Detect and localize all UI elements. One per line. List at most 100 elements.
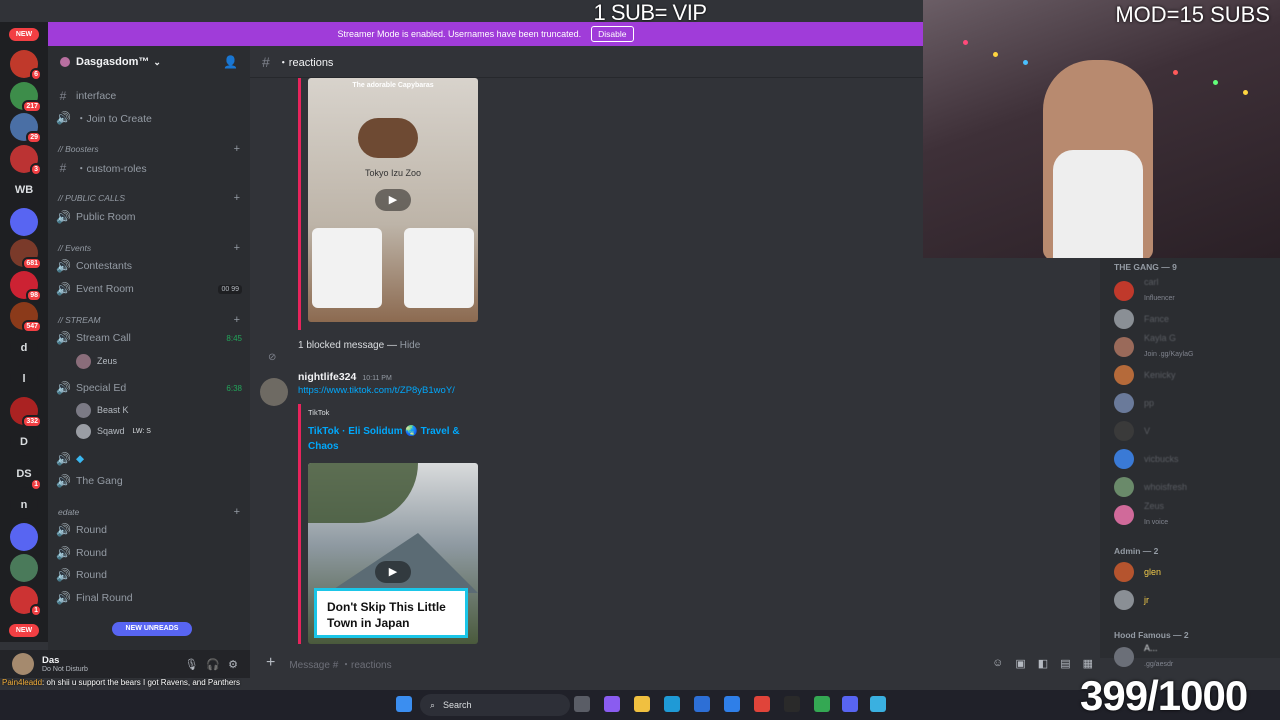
add-attachment-icon[interactable]: +	[266, 654, 275, 672]
channel-label: Round	[76, 569, 107, 581]
create-channel-plus-icon[interactable]: +	[234, 192, 240, 204]
category-events[interactable]: // Events +	[58, 240, 240, 256]
headphones-icon[interactable]: 🎧	[206, 658, 220, 671]
new-pill-bottom[interactable]: NEW	[9, 624, 39, 637]
channel-gem[interactable]: 🔊 ◆	[56, 449, 242, 469]
gear-icon[interactable]: ⚙	[228, 658, 238, 671]
create-channel-plus-icon[interactable]: +	[234, 143, 240, 155]
server-icon[interactable]: 6	[10, 50, 42, 81]
app-icon[interactable]	[604, 696, 620, 712]
member-row[interactable]: V	[1114, 420, 1274, 442]
channel-event-room[interactable]: 🔊 Event Room 00 99	[56, 279, 242, 299]
message-author[interactable]: nightlife324 10:11 PM	[298, 371, 392, 383]
category-public-calls[interactable]: // PUBLIC CALLS +	[58, 190, 240, 206]
chrome-icon-2[interactable]	[814, 696, 830, 712]
server-icon[interactable]: l	[10, 365, 38, 393]
microphone-icon[interactable]: 🎙	[184, 658, 198, 671]
disable-streamer-mode-button[interactable]: Disable	[591, 26, 634, 42]
member-row[interactable]: whoisfresh	[1114, 476, 1274, 498]
category-boosters[interactable]: // Boosters +	[58, 141, 240, 157]
video-thumbnail-capybara[interactable]: The adorable Capybaras Tokyo Izu Zoo ▶	[308, 78, 478, 322]
create-channel-plus-icon[interactable]: +	[234, 242, 240, 254]
message-link[interactable]: https://www.tiktok.com/t/ZP8yB1woY/	[298, 385, 455, 396]
hide-blocked-link[interactable]: Hide	[400, 340, 421, 351]
server-icon[interactable]: 3	[10, 144, 42, 176]
category-edate[interactable]: edate +	[58, 504, 240, 520]
create-channel-plus-icon[interactable]: +	[234, 506, 240, 518]
voice-user-sqawd[interactable]: Sqawd LW: S	[76, 422, 151, 440]
notepad-icon[interactable]	[870, 696, 886, 712]
channel-stream-call[interactable]: 🔊 Stream Call 8:45	[56, 328, 242, 348]
edge-browser-icon[interactable]	[664, 696, 680, 712]
channel-contestants[interactable]: 🔊 Contestants	[56, 256, 242, 276]
new-pill-top[interactable]: NEW	[9, 28, 39, 41]
play-icon[interactable]: ▶	[375, 560, 411, 583]
member-row[interactable]: pp	[1114, 392, 1274, 414]
member-row[interactable]: jr	[1114, 589, 1274, 611]
member-row[interactable]: vicbucks	[1114, 448, 1274, 470]
user-info[interactable]: Das Do Not Disturb	[42, 655, 88, 673]
server-icon[interactable]: 29	[10, 113, 42, 144]
emoji-icon[interactable]: ☺	[992, 657, 1003, 670]
server-icon[interactable]: 217	[10, 81, 42, 113]
discord-icon[interactable]	[842, 696, 858, 712]
server-icon[interactable]	[10, 207, 38, 236]
play-icon[interactable]: ▶	[375, 189, 411, 211]
server-icon[interactable]	[10, 554, 38, 582]
channel-round-1[interactable]: 🔊 Round	[56, 520, 242, 540]
video-thumbnail-japan[interactable]: Don't Skip This Little Town in Japan ▶	[308, 463, 478, 644]
member-row[interactable]: Zeus In voice	[1114, 501, 1274, 526]
member-row[interactable]: Kayla G Join .gg/KaylaG	[1114, 333, 1274, 358]
author-avatar[interactable]	[260, 378, 288, 406]
member-row[interactable]: glen	[1114, 561, 1274, 583]
message-composer[interactable]: + Message # ・reactions ☺ ▣ ◧ ▤ ▦	[258, 650, 1093, 676]
server-icon[interactable]: DS 1	[10, 459, 42, 491]
channel-round-3[interactable]: 🔊 Round	[56, 565, 242, 585]
member-row[interactable]: Kenicky	[1114, 364, 1274, 386]
server-icon[interactable]: 332	[10, 396, 42, 428]
new-unreads-button[interactable]: NEW UNREADS	[112, 622, 192, 636]
create-channel-plus-icon[interactable]: +	[234, 314, 240, 326]
windows-start-icon[interactable]	[396, 696, 412, 712]
apps-icon[interactable]: ▦	[1083, 657, 1093, 670]
server-icon[interactable]: 681	[10, 239, 42, 270]
server-icon[interactable]: D	[10, 428, 38, 456]
gif-icon[interactable]: ▣	[1015, 657, 1025, 670]
member-row[interactable]: A... .gg/aesdr	[1114, 643, 1274, 668]
server-icon[interactable]: 98	[10, 270, 42, 302]
sticker-icon[interactable]: ◧	[1038, 657, 1048, 670]
task-view-icon[interactable]	[574, 696, 590, 712]
channel-the-gang[interactable]: 🔊 The Gang	[56, 471, 242, 491]
obs-icon[interactable]	[784, 696, 800, 712]
invite-people-icon[interactable]: 👤	[223, 55, 238, 69]
image-icon[interactable]: ▤	[1060, 657, 1070, 670]
voice-user-zeus[interactable]: Zeus	[76, 352, 117, 370]
guild-header[interactable]: Dasgasdom™ ⌄ 👤	[48, 46, 250, 78]
embed-title[interactable]: TikTok · Eli Solidum 🌏 Travel & Chaos	[308, 424, 478, 454]
taskbar-search[interactable]: ⌕ Search	[420, 694, 570, 716]
server-icon[interactable]: 1	[10, 585, 42, 617]
channel-interface[interactable]: # interface	[56, 86, 242, 106]
chrome-icon[interactable]	[754, 696, 770, 712]
channel-public-room[interactable]: 🔊 Public Room	[56, 207, 242, 227]
member-row[interactable]: carl Influencer	[1114, 277, 1274, 302]
member-name: Fance	[1144, 314, 1170, 324]
server-icon[interactable]: d	[10, 333, 38, 362]
server-icon[interactable]	[10, 522, 38, 551]
channel-final-round[interactable]: 🔊 Final Round	[56, 588, 242, 608]
user-avatar[interactable]	[12, 653, 34, 675]
channel-custom-roles[interactable]: # ・custom-roles	[56, 158, 242, 178]
file-explorer-icon[interactable]	[634, 696, 650, 712]
store-icon[interactable]	[694, 696, 710, 712]
server-icon[interactable]: WB	[10, 176, 38, 204]
member-row[interactable]: Fance	[1114, 308, 1274, 330]
channel-special-ed[interactable]: 🔊 Special Ed 6:38	[56, 378, 242, 398]
category-stream[interactable]: // STREAM +	[58, 312, 240, 328]
server-icon[interactable]: 547	[10, 302, 42, 333]
outlook-icon[interactable]	[724, 696, 740, 712]
voice-user-beast-k[interactable]: Beast K	[76, 401, 129, 419]
user-controls: 🎙 🎧 ⚙	[184, 658, 250, 671]
server-icon[interactable]: n	[10, 491, 38, 519]
channel-join-to-create[interactable]: 🔊 ・Join to Create	[56, 108, 242, 128]
channel-round-2[interactable]: 🔊 Round	[56, 543, 242, 563]
